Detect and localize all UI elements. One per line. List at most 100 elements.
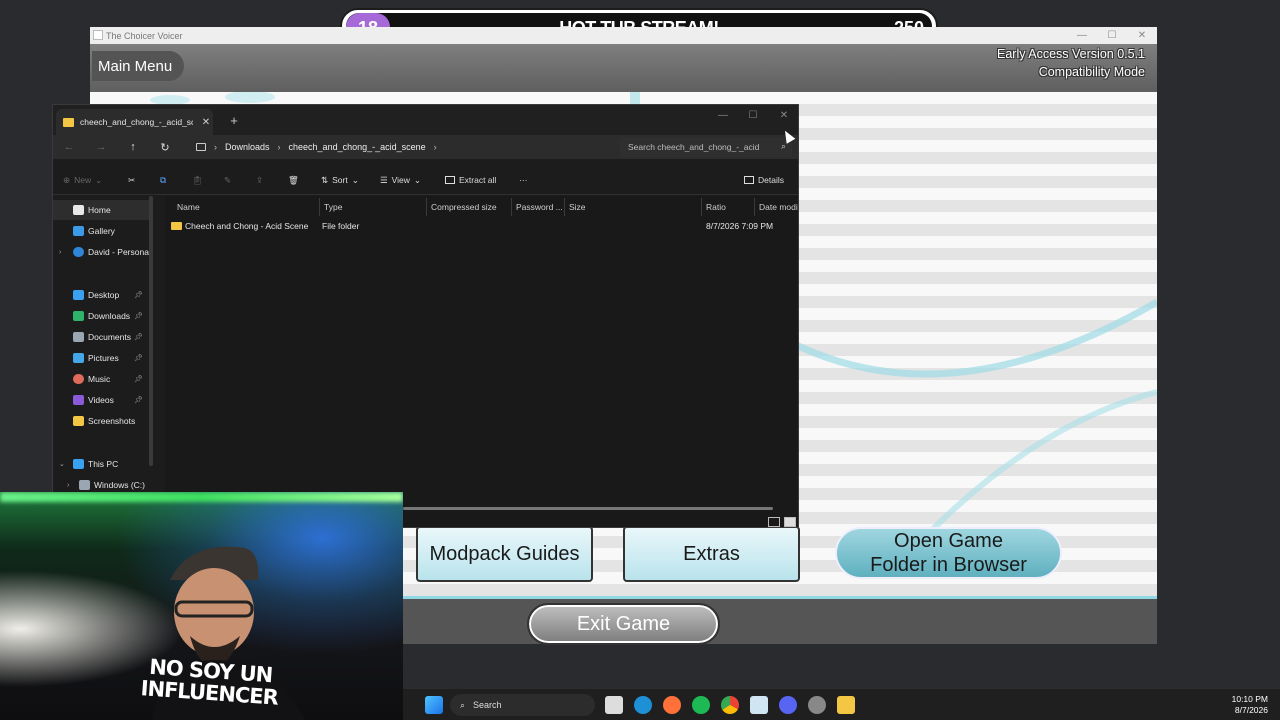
nav-item-gallery[interactable]: Gallery — [53, 221, 149, 241]
file-explorer-icon[interactable] — [837, 696, 855, 714]
nav-label: David - Persona — [88, 247, 149, 257]
nav-item-documents[interactable]: Documents 📌︎ — [53, 327, 149, 347]
main-menu-button[interactable]: Main Menu — [92, 51, 185, 81]
pin-icon: 📌︎ — [134, 376, 143, 383]
modpack-guides-button[interactable]: Modpack Guides — [416, 526, 593, 582]
file-list: Name Type Compressed size Password ... S… — [165, 196, 798, 527]
pin-icon: 📌︎ — [134, 355, 143, 362]
maximize-icon[interactable]: ☐ — [738, 107, 768, 123]
nav-item-pictures[interactable]: Pictures 📌︎ — [53, 348, 149, 368]
navigation-pane: Home Gallery › David - Persona Desktop 📌… — [53, 196, 149, 527]
nav-label: Videos — [88, 395, 114, 405]
system-clock[interactable]: 10:10 PM 8/7/2026 — [1232, 694, 1268, 716]
minimize-icon[interactable]: — — [1067, 27, 1097, 44]
exit-game-button[interactable]: Exit Game — [527, 603, 720, 645]
rename-icon[interactable]: ✎ — [224, 172, 231, 188]
folder-icon — [171, 222, 182, 230]
plus-circle-icon: ⊕ — [63, 174, 71, 185]
cut-icon[interactable]: ✂ — [128, 172, 135, 188]
nav-item-desktop[interactable]: Desktop 📌︎ — [53, 285, 149, 305]
firefox-icon[interactable] — [663, 696, 681, 714]
table-row[interactable]: Cheech and Chong - Acid Scene File folde… — [167, 218, 798, 235]
view-button[interactable]: ☰ View ⌄ — [380, 172, 421, 188]
chevron-right-icon[interactable]: › — [59, 249, 61, 256]
tiles-view-icon[interactable] — [784, 517, 796, 527]
nav-label: Pictures — [88, 353, 119, 363]
pin-icon: 📌︎ — [134, 313, 143, 320]
edge-icon[interactable] — [634, 696, 652, 714]
breadcrumb-folder[interactable]: cheech_and_chong_-_acid_scene — [289, 142, 426, 152]
windows-start-icon[interactable] — [425, 696, 443, 714]
extras-button[interactable]: Extras — [623, 526, 800, 582]
led-light-strip — [0, 492, 403, 502]
tab-label: cheech_and_chong_-_acid_sce — [80, 117, 193, 127]
search-input[interactable]: Search cheech_and_chong_-_acid ⌕ — [620, 137, 792, 157]
nav-label: Music — [88, 374, 111, 384]
column-header-size[interactable]: Size — [565, 198, 702, 216]
nav-item-downloads[interactable]: Downloads 📌︎ — [53, 306, 149, 326]
nav-item-music[interactable]: Music 📌︎ — [53, 369, 149, 389]
file-explorer-window: cheech_and_chong_-_acid_sce ✕ + — ☐ ✕ ← … — [52, 104, 799, 528]
notepad-icon[interactable] — [750, 696, 768, 714]
app-icon — [93, 30, 103, 40]
nav-item-this-pc[interactable]: ⌄ This PC — [53, 454, 149, 474]
nav-item-screenshots[interactable]: Screenshots — [53, 411, 149, 431]
videos-icon — [73, 395, 84, 405]
task-view-icon[interactable] — [605, 696, 623, 714]
more-options-button[interactable]: ··· — [519, 172, 528, 188]
open-folder-label-1: Open Game — [894, 530, 1003, 552]
column-header-date[interactable]: Date modified — [755, 198, 798, 216]
breadcrumb-downloads[interactable]: Downloads — [225, 142, 270, 152]
details-button[interactable]: Details — [744, 172, 784, 188]
explorer-tab[interactable]: cheech_and_chong_-_acid_sce ✕ — [56, 109, 213, 135]
horizontal-scrollbar[interactable] — [403, 507, 773, 510]
pin-icon: 📌︎ — [134, 397, 143, 404]
spotify-icon[interactable] — [692, 696, 710, 714]
command-bar: ⊕ New ⌄ ✂ ⧉ 📋︎ ✎ ⇪ 🗑︎ ⇅ Sort ⌄ ☰ View ⌄ … — [53, 165, 798, 195]
steam-icon[interactable] — [808, 696, 826, 714]
share-icon[interactable]: ⇪ — [256, 172, 263, 188]
tab-close-icon[interactable]: ✕ — [199, 117, 213, 128]
chevron-down-icon: ⌄ — [351, 174, 359, 185]
extract-all-button[interactable]: Extract all — [445, 172, 496, 188]
column-header-type[interactable]: Type — [320, 198, 427, 216]
taskbar: ⌕ Search 10:10 PM 8/7/2026 — [403, 688, 1280, 720]
taskbar-search-label: Search — [473, 700, 502, 710]
new-tab-icon[interactable]: + — [225, 111, 243, 129]
nav-item-home[interactable]: Home — [53, 200, 149, 220]
view-icon: ☰ — [380, 174, 388, 185]
forward-icon[interactable]: → — [93, 139, 109, 155]
up-icon[interactable]: ↑ — [125, 139, 141, 155]
paste-icon[interactable]: 📋︎ — [192, 172, 203, 188]
nav-item-videos[interactable]: Videos 📌︎ — [53, 390, 149, 410]
chevron-right-icon: › — [433, 142, 437, 152]
maximize-icon[interactable]: ☐ — [1097, 27, 1127, 44]
nav-label: Windows (C:) — [94, 480, 146, 490]
refresh-icon[interactable]: ↻ — [157, 139, 173, 155]
column-header-name[interactable]: Name — [173, 198, 320, 216]
column-header-compressed-size[interactable]: Compressed size — [427, 198, 512, 216]
game-window-title: The Choicer Voicer — [106, 30, 183, 41]
close-icon[interactable]: ✕ — [769, 107, 798, 123]
chrome-icon[interactable] — [721, 696, 739, 714]
address-bar[interactable]: › Downloads › cheech_and_chong_-_acid_sc… — [190, 137, 614, 157]
new-button[interactable]: ⊕ New ⌄ — [63, 172, 102, 188]
delete-icon[interactable]: 🗑︎ — [288, 172, 299, 188]
chevron-down-icon[interactable]: ⌄ — [59, 460, 65, 468]
column-header-ratio[interactable]: Ratio — [702, 198, 755, 216]
discord-icon[interactable] — [779, 696, 797, 714]
close-icon[interactable]: ✕ — [1127, 27, 1157, 44]
back-icon[interactable]: ← — [61, 139, 77, 155]
details-view-icon[interactable] — [768, 517, 780, 527]
copy-icon[interactable]: ⧉ — [160, 172, 166, 188]
sort-button[interactable]: ⇅ Sort ⌄ — [321, 172, 359, 188]
nav-scrollbar[interactable] — [149, 196, 153, 466]
nav-item-onedrive[interactable]: › David - Persona — [53, 242, 149, 262]
nav-label: Downloads — [88, 311, 131, 321]
minimize-icon[interactable]: — — [708, 107, 738, 123]
taskbar-search[interactable]: ⌕ Search — [450, 694, 595, 716]
chevron-right-icon[interactable]: › — [67, 482, 69, 489]
open-game-folder-button[interactable]: Open Game Folder in Browser — [835, 527, 1062, 579]
new-label: New — [74, 175, 92, 185]
column-header-password[interactable]: Password ... — [512, 198, 565, 216]
